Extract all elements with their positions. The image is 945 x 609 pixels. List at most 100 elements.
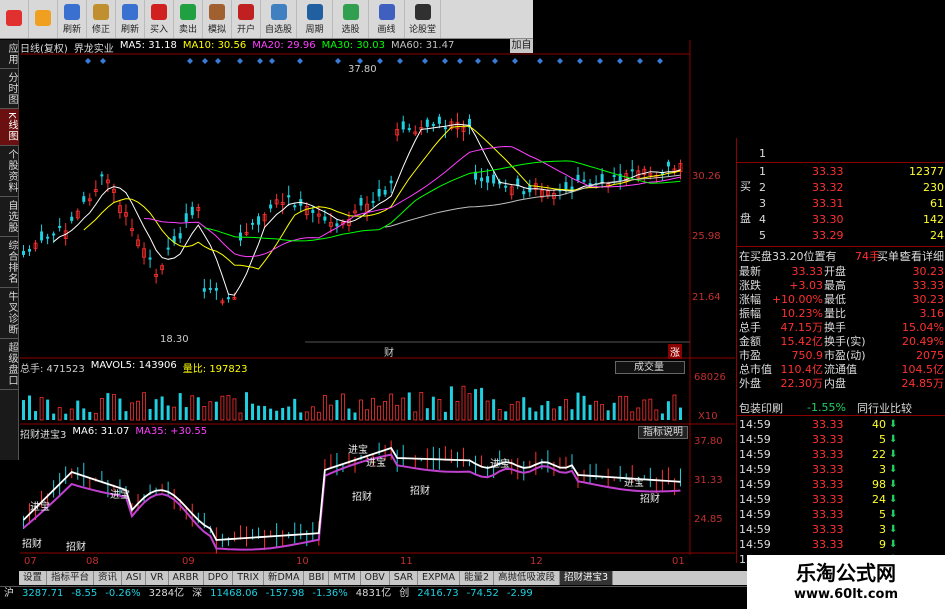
ma30-line	[204, 160, 681, 242]
candle-body	[389, 180, 393, 184]
volume-selector[interactable]: 成交量	[615, 361, 685, 374]
indicator-tab[interactable]: MTM	[329, 571, 361, 585]
compare-button[interactable]: 同行业比较	[857, 400, 912, 416]
sh-label: 沪	[4, 588, 14, 599]
candle-body	[148, 257, 152, 260]
down-arrow-icon: ⬇	[889, 509, 898, 520]
indicator-tab[interactable]: TRIX	[233, 571, 264, 585]
event-marker	[475, 58, 481, 64]
add-self-button[interactable]: 加自	[510, 39, 533, 53]
volume-bar	[28, 395, 32, 420]
candle-body	[564, 182, 568, 190]
stat-value: 750.9	[791, 348, 824, 362]
volume-bar	[245, 392, 249, 420]
indicator-tab[interactable]: BBI	[304, 571, 330, 585]
stat-value-2: 33.33	[912, 278, 945, 292]
event-marker	[215, 58, 221, 64]
indicator-tab[interactable]: ASI	[122, 571, 147, 585]
volume-bar	[46, 399, 50, 420]
candle-body	[52, 233, 56, 236]
indicator-tab[interactable]: 招财进宝3	[560, 571, 614, 585]
candle-body	[371, 200, 375, 203]
indicator-signal-label: 进宝	[30, 502, 50, 513]
volume-bar	[232, 398, 237, 421]
candle-body	[70, 216, 74, 221]
sz-change: -157.98	[265, 588, 305, 599]
candle-body	[612, 175, 616, 178]
indicator-tab[interactable]: 能量2	[460, 571, 495, 585]
indicator-tab[interactable]: VR	[146, 571, 169, 585]
volume-bar	[281, 407, 285, 420]
tick-volume: 3	[879, 523, 886, 536]
date-tick: 11	[400, 556, 413, 567]
indicator-signal-label: 进宝	[348, 445, 368, 456]
event-marker	[100, 58, 106, 64]
indicator-tab[interactable]: EXPMA	[418, 571, 460, 585]
volume-bar	[582, 395, 586, 420]
volume-bar	[449, 386, 453, 420]
event-marker	[637, 58, 643, 64]
high-annotation: 37.80	[348, 64, 377, 75]
view-detail-link: 查看详细	[900, 249, 944, 263]
volume-bar	[226, 395, 231, 421]
volume-bar	[600, 404, 605, 421]
indicator-tab[interactable]: 新DMA	[264, 571, 305, 585]
indicator-signal-label: 招财	[66, 542, 86, 553]
volume-bar	[57, 407, 62, 421]
volume-bar	[304, 411, 309, 421]
stat-value-2: 30.23	[912, 264, 945, 278]
volume-bar	[112, 394, 116, 421]
volume-bar	[166, 405, 170, 420]
event-marker	[377, 58, 383, 64]
indicator-tab[interactable]: 设置	[19, 571, 48, 585]
watermark-logo: 乐淘公式网 www.60lt.com	[747, 555, 945, 609]
finance-marker[interactable]: 财	[384, 344, 394, 359]
cy-label: 创	[399, 588, 410, 599]
sz-index: 11468.06	[210, 588, 258, 599]
indicator-signal-label: 进宝	[110, 490, 130, 501]
volume-bar	[534, 411, 538, 420]
candle-body	[480, 177, 484, 182]
volume-bar	[504, 411, 508, 420]
volume-bar	[269, 408, 273, 420]
indicator-tab[interactable]: 指标平台	[47, 571, 95, 585]
event-marker	[187, 58, 193, 64]
buy-level: 1	[759, 165, 766, 178]
buy-level: 2	[759, 181, 766, 194]
candle-body	[58, 225, 62, 228]
volume-bar	[293, 398, 297, 420]
volume-bar	[52, 413, 56, 420]
indicator-tab[interactable]: 高抛低吸波段	[494, 571, 561, 585]
event-marker	[269, 58, 275, 64]
volume-bar	[124, 411, 128, 420]
indicator-tab[interactable]: OBV	[361, 571, 390, 585]
volume-bar	[419, 392, 424, 421]
bid-info: 在买盘33.20位置有	[739, 249, 837, 263]
watermark-title: 乐淘公式网	[796, 561, 896, 585]
candle-body	[401, 121, 405, 130]
stock-name: 界龙实业	[73, 44, 114, 55]
volume-bar	[39, 397, 44, 421]
volume-bar	[467, 393, 472, 421]
indicator-tab[interactable]: ARBR	[169, 571, 204, 585]
tick-time: 14:59	[739, 448, 771, 461]
buy-price: 33.29	[812, 229, 844, 242]
tick-volume: 3	[879, 463, 886, 476]
volume-bar	[654, 409, 659, 421]
tick-price: 33.33	[812, 493, 844, 506]
indicator-signal-label: 招财	[22, 539, 42, 550]
event-marker	[557, 58, 563, 64]
candle-body	[100, 174, 104, 177]
indicator-tab[interactable]: SAR	[390, 571, 419, 585]
volume-bar	[576, 392, 580, 420]
candle-body	[82, 196, 86, 202]
volume-bar	[648, 398, 653, 421]
down-arrow-icon: ⬇	[889, 539, 898, 550]
volume-bar	[310, 406, 315, 421]
limit-up-marker[interactable]: 涨	[668, 344, 682, 359]
watermark-url: www.60lt.com	[793, 587, 899, 602]
indicator-tab[interactable]: 资讯	[94, 571, 123, 585]
indicator-tab[interactable]: DPO	[204, 571, 234, 585]
volume-bar	[564, 399, 568, 421]
indicator-help-button[interactable]: 指标说明	[638, 426, 688, 439]
